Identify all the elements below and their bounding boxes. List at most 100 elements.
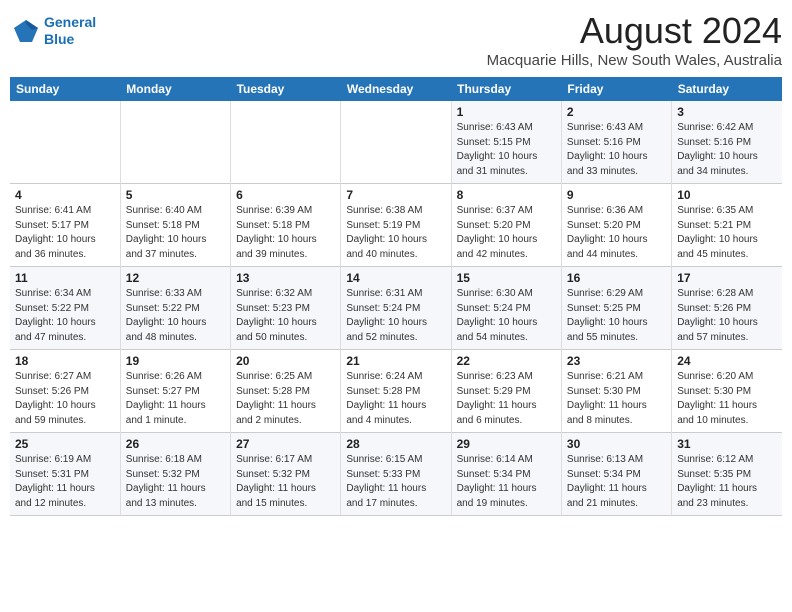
- day-number: 15: [457, 271, 556, 285]
- calendar-cell: 26Sunrise: 6:18 AM Sunset: 5:32 PM Dayli…: [120, 433, 230, 516]
- day-detail: Sunrise: 6:42 AM Sunset: 5:16 PM Dayligh…: [677, 121, 777, 179]
- calendar-cell: 19 Sunrise: 6:26 AM Sunset: 5:27 PM Dayli…: [120, 350, 230, 433]
- calendar-cell: [10, 101, 120, 184]
- day-number: 9: [567, 188, 666, 202]
- day-detail: Sunrise: 6:32 AM Sunset: 5:23 PM Dayligh…: [236, 287, 335, 345]
- calendar-cell: 13 Sunrise: 6:32 AM Sunset: 5:23 PM Dayli…: [231, 267, 341, 350]
- weekday-header-tuesday: Tuesday: [231, 77, 341, 101]
- calendar-cell: 17 Sunrise: 6:28 AM Sunset: 5:26 PM Dayli…: [672, 267, 782, 350]
- day-detail: Sunrise: 6:12 AM Sunset: 5:35 PM Dayligh…: [677, 453, 777, 511]
- calendar-cell: 12 Sunrise: 6:33 AM Sunset: 5:22 PM Dayli…: [120, 267, 230, 350]
- calendar-week-row: 18 Sunrise: 6:27 AM Sunset: 5:26 PM Dayli…: [10, 350, 782, 433]
- day-detail: Sunrise: 6:15 AM Sunset: 5:33 PM Dayligh…: [346, 453, 445, 511]
- calendar-header: SundayMondayTuesdayWednesdayThursdayFrid…: [10, 77, 782, 101]
- day-number: 22: [457, 354, 556, 368]
- calendar-cell: [341, 101, 451, 184]
- day-number: 2: [567, 105, 666, 119]
- day-number: 24: [677, 354, 777, 368]
- calendar-cell: 16Sunrise: 6:29 AM Sunset: 5:25 PM Dayli…: [561, 267, 671, 350]
- day-number: 12: [126, 271, 225, 285]
- day-detail: Sunrise: 6:38 AM Sunset: 5:19 PM Dayligh…: [346, 204, 445, 262]
- calendar-cell: 22 Sunrise: 6:23 AM Sunset: 5:29 PM Dayli…: [451, 350, 561, 433]
- calendar-cell: 31 Sunrise: 6:12 AM Sunset: 5:35 PM Dayli…: [672, 433, 782, 516]
- day-number: 13: [236, 271, 335, 285]
- calendar-cell: 15 Sunrise: 6:30 AM Sunset: 5:24 PM Dayli…: [451, 267, 561, 350]
- day-number: 6: [236, 188, 335, 202]
- calendar-cell: 7 Sunrise: 6:38 AM Sunset: 5:19 PM Daylig…: [341, 184, 451, 267]
- calendar-body: 1 Sunrise: 6:43 AM Sunset: 5:15 PM Daylig…: [10, 101, 782, 516]
- calendar-cell: [231, 101, 341, 184]
- calendar-cell: [120, 101, 230, 184]
- day-detail: Sunrise: 6:36 AM Sunset: 5:20 PM Dayligh…: [567, 204, 666, 262]
- calendar-cell: 10 Sunrise: 6:35 AM Sunset: 5:21 PM Dayli…: [672, 184, 782, 267]
- day-number: 27: [236, 437, 335, 451]
- calendar-cell: 29Sunrise: 6:14 AM Sunset: 5:34 PM Dayli…: [451, 433, 561, 516]
- calendar-cell: 28Sunrise: 6:15 AM Sunset: 5:33 PM Dayli…: [341, 433, 451, 516]
- calendar-cell: 20Sunrise: 6:25 AM Sunset: 5:28 PM Dayli…: [231, 350, 341, 433]
- weekday-header-wednesday: Wednesday: [341, 77, 451, 101]
- calendar-cell: 2Sunrise: 6:43 AM Sunset: 5:16 PM Daylig…: [561, 101, 671, 184]
- calendar-week-row: 25 Sunrise: 6:19 AM Sunset: 5:31 PM Dayli…: [10, 433, 782, 516]
- calendar-cell: 5 Sunrise: 6:40 AM Sunset: 5:18 PM Daylig…: [120, 184, 230, 267]
- logo-text: General Blue: [44, 14, 96, 48]
- day-number: 18: [15, 354, 115, 368]
- calendar-week-row: 4Sunrise: 6:41 AM Sunset: 5:17 PM Daylig…: [10, 184, 782, 267]
- day-detail: Sunrise: 6:26 AM Sunset: 5:27 PM Dayligh…: [126, 370, 225, 428]
- title-block: August 2024 Macquarie Hills, New South W…: [487, 10, 782, 69]
- day-detail: Sunrise: 6:17 AM Sunset: 5:32 PM Dayligh…: [236, 453, 335, 511]
- day-detail: Sunrise: 6:28 AM Sunset: 5:26 PM Dayligh…: [677, 287, 777, 345]
- day-detail: Sunrise: 6:31 AM Sunset: 5:24 PM Dayligh…: [346, 287, 445, 345]
- calendar-cell: 4Sunrise: 6:41 AM Sunset: 5:17 PM Daylig…: [10, 184, 120, 267]
- day-number: 26: [126, 437, 225, 451]
- calendar-week-row: 1 Sunrise: 6:43 AM Sunset: 5:15 PM Daylig…: [10, 101, 782, 184]
- day-detail: Sunrise: 6:13 AM Sunset: 5:34 PM Dayligh…: [567, 453, 666, 511]
- day-detail: Sunrise: 6:34 AM Sunset: 5:22 PM Dayligh…: [15, 287, 115, 345]
- calendar-cell: 6Sunrise: 6:39 AM Sunset: 5:18 PM Daylig…: [231, 184, 341, 267]
- day-number: 11: [15, 271, 115, 285]
- day-detail: Sunrise: 6:37 AM Sunset: 5:20 PM Dayligh…: [457, 204, 556, 262]
- day-number: 19: [126, 354, 225, 368]
- weekday-header-thursday: Thursday: [451, 77, 561, 101]
- day-number: 5: [126, 188, 225, 202]
- day-number: 14: [346, 271, 445, 285]
- day-number: 29: [457, 437, 556, 451]
- page-header: General Blue August 2024 Macquarie Hills…: [10, 10, 782, 69]
- day-detail: Sunrise: 6:40 AM Sunset: 5:18 PM Dayligh…: [126, 204, 225, 262]
- calendar-cell: 9 Sunrise: 6:36 AM Sunset: 5:20 PM Daylig…: [561, 184, 671, 267]
- weekday-header-friday: Friday: [561, 77, 671, 101]
- logo: General Blue: [10, 14, 96, 48]
- month-title: August 2024: [487, 10, 782, 52]
- day-detail: Sunrise: 6:43 AM Sunset: 5:15 PM Dayligh…: [457, 121, 556, 179]
- calendar-cell: 21Sunrise: 6:24 AM Sunset: 5:28 PM Dayli…: [341, 350, 451, 433]
- logo-icon: [10, 16, 40, 46]
- day-number: 30: [567, 437, 666, 451]
- day-number: 4: [15, 188, 115, 202]
- day-detail: Sunrise: 6:19 AM Sunset: 5:31 PM Dayligh…: [15, 453, 115, 511]
- calendar-cell: 3Sunrise: 6:42 AM Sunset: 5:16 PM Daylig…: [672, 101, 782, 184]
- calendar-cell: 18 Sunrise: 6:27 AM Sunset: 5:26 PM Dayli…: [10, 350, 120, 433]
- day-number: 25: [15, 437, 115, 451]
- day-detail: Sunrise: 6:20 AM Sunset: 5:30 PM Dayligh…: [677, 370, 777, 428]
- day-detail: Sunrise: 6:23 AM Sunset: 5:29 PM Dayligh…: [457, 370, 556, 428]
- calendar-cell: 11 Sunrise: 6:34 AM Sunset: 5:22 PM Dayli…: [10, 267, 120, 350]
- day-detail: Sunrise: 6:35 AM Sunset: 5:21 PM Dayligh…: [677, 204, 777, 262]
- calendar-cell: 8 Sunrise: 6:37 AM Sunset: 5:20 PM Daylig…: [451, 184, 561, 267]
- day-number: 8: [457, 188, 556, 202]
- logo-line2: Blue: [44, 31, 96, 48]
- day-detail: Sunrise: 6:30 AM Sunset: 5:24 PM Dayligh…: [457, 287, 556, 345]
- day-number: 7: [346, 188, 445, 202]
- day-number: 31: [677, 437, 777, 451]
- day-number: 16: [567, 271, 666, 285]
- calendar-cell: 24 Sunrise: 6:20 AM Sunset: 5:30 PM Dayli…: [672, 350, 782, 433]
- day-detail: Sunrise: 6:33 AM Sunset: 5:22 PM Dayligh…: [126, 287, 225, 345]
- day-number: 1: [457, 105, 556, 119]
- day-detail: Sunrise: 6:27 AM Sunset: 5:26 PM Dayligh…: [15, 370, 115, 428]
- day-detail: Sunrise: 6:24 AM Sunset: 5:28 PM Dayligh…: [346, 370, 445, 428]
- weekday-row: SundayMondayTuesdayWednesdayThursdayFrid…: [10, 77, 782, 101]
- calendar-cell: 30 Sunrise: 6:13 AM Sunset: 5:34 PM Dayli…: [561, 433, 671, 516]
- weekday-header-monday: Monday: [120, 77, 230, 101]
- day-number: 10: [677, 188, 777, 202]
- calendar-table: SundayMondayTuesdayWednesdayThursdayFrid…: [10, 77, 782, 516]
- day-number: 23: [567, 354, 666, 368]
- day-number: 17: [677, 271, 777, 285]
